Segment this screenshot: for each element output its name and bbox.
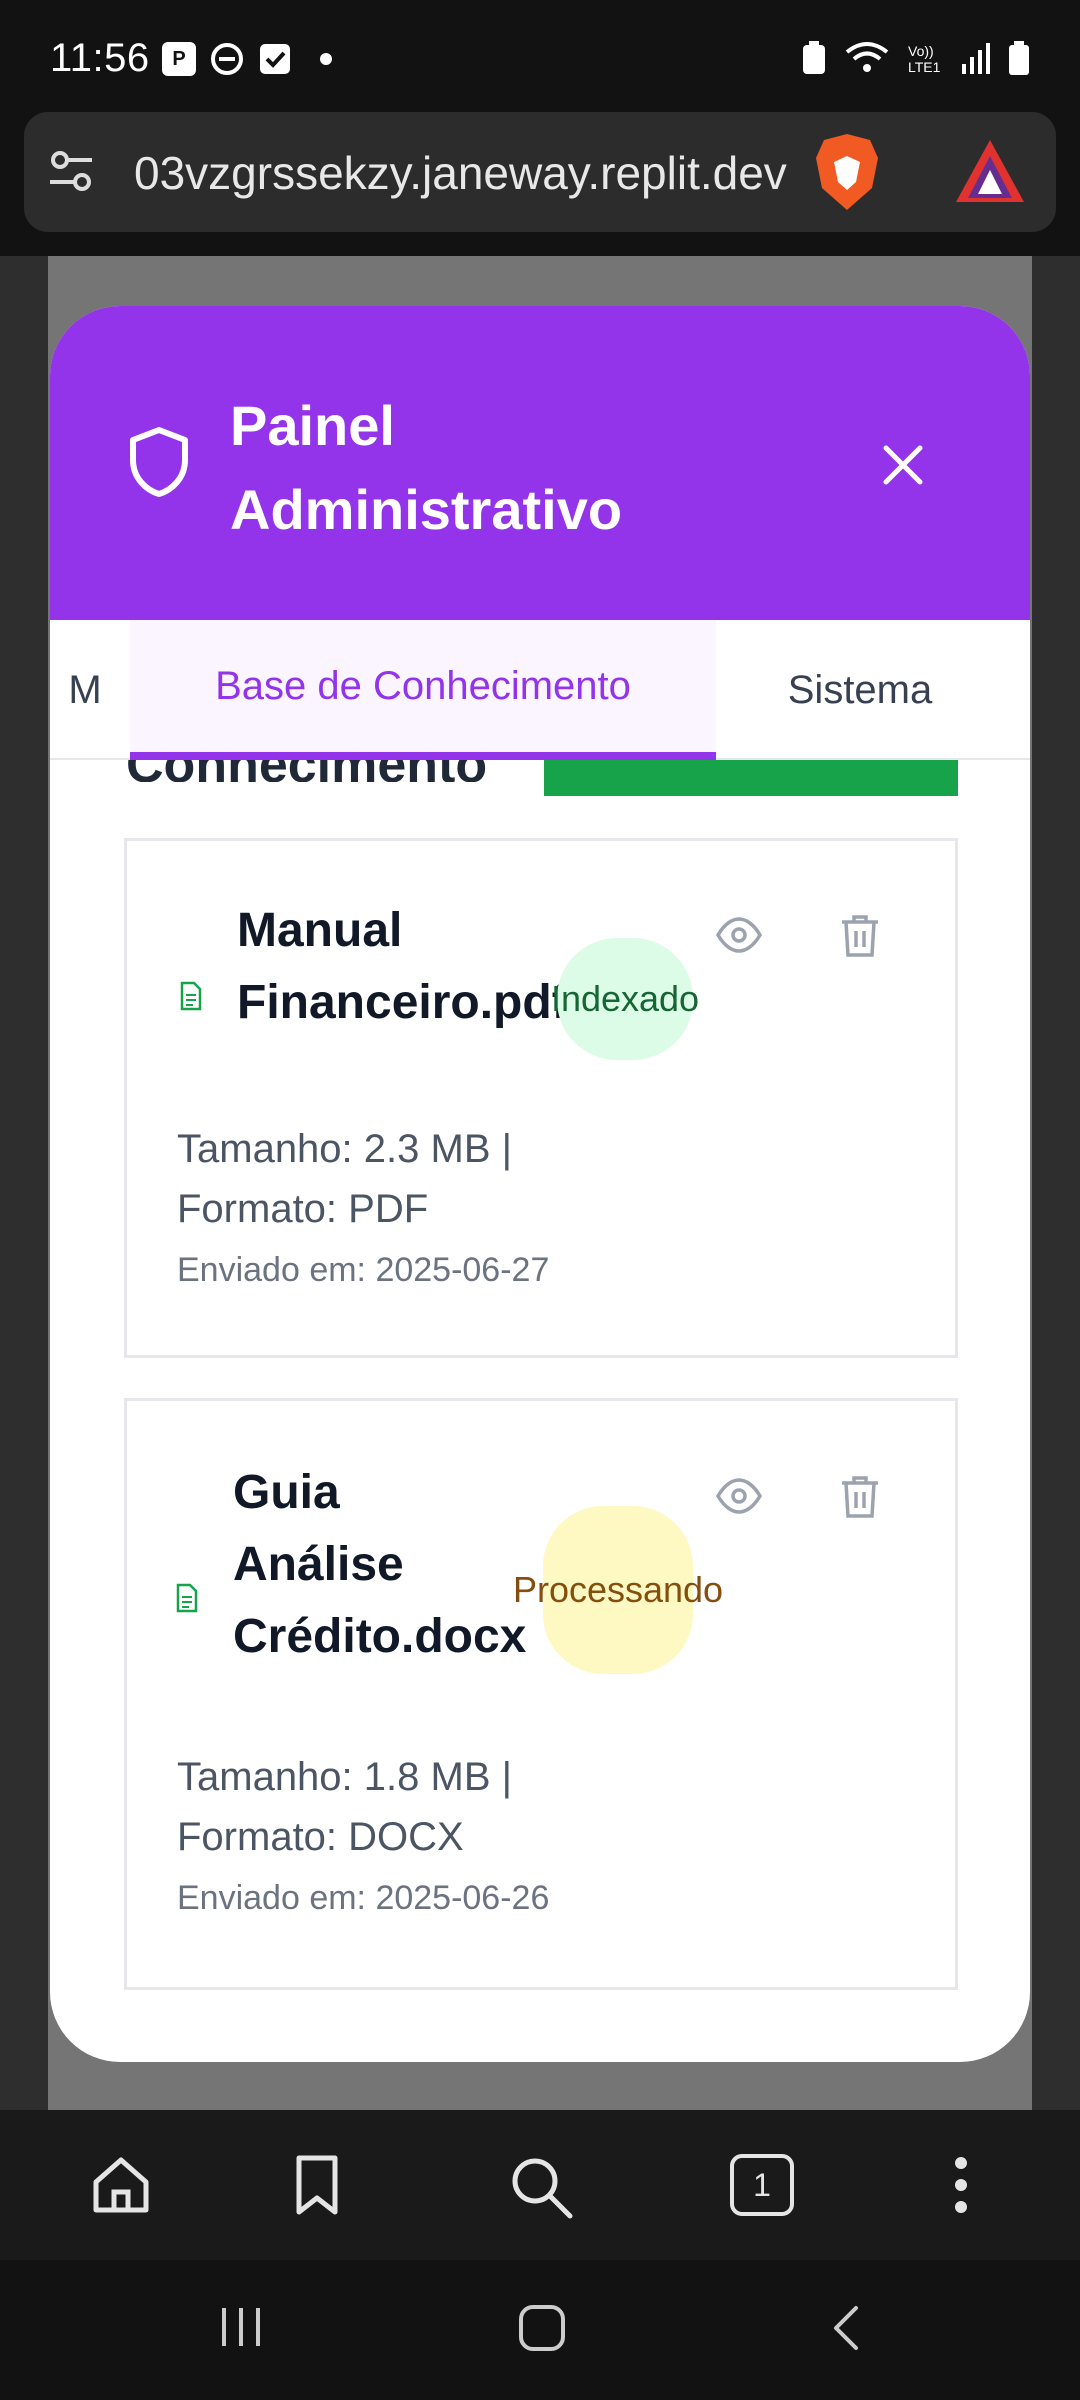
admin-modal: Painel Administrativo M Base de Conhecim… [50,306,1030,2062]
more-notifications-dot [320,53,332,65]
parking-icon: P [162,42,196,76]
document-meta: Tamanho: 1.8 MB | Formato: DOCX [177,1755,512,1859]
status-time: 11:56 [50,36,150,80]
document-card: Manual Financeiro.pdf Indexado Tamanho: … [124,838,958,1358]
recent-apps-icon[interactable] [218,2304,264,2350]
status-badge: Processando [513,1506,723,1674]
shield-icon [130,427,188,497]
home-system-icon[interactable] [518,2304,566,2352]
battery-saver-icon [803,41,825,74]
search-icon[interactable] [508,2154,574,2220]
svg-text:Vo)): Vo)) [908,43,934,59]
svg-text:LTE1: LTE1 [908,59,941,75]
status-bar: 11:56 P Vo)) LTE1 [0,0,1080,112]
home-icon[interactable] [90,2154,152,2216]
close-icon[interactable] [880,442,926,488]
tab-partial[interactable]: M [50,620,130,760]
trash-icon[interactable] [839,1474,881,1520]
wifi-icon [845,42,889,72]
system-navigation-bar [0,2260,1080,2400]
modal-header: Painel Administrativo [50,306,1030,620]
status-badge: Indexado [551,938,699,1060]
section-heading: Conhecimento [126,760,487,782]
brave-shields-icon[interactable] [814,132,880,212]
url-text[interactable]: 03vzgrssekzy.janeway.replit.dev [134,146,814,200]
document-date: Enviado em: 2025-06-27 [177,1251,550,1289]
volte-icon: Vo))LTE1 [908,43,941,75]
trash-icon[interactable] [839,913,881,959]
document-date: Enviado em: 2025-06-26 [177,1879,550,1917]
signal-icon [962,43,990,74]
bookmark-icon[interactable] [294,2154,340,2216]
upload-button[interactable] [544,760,958,796]
tabs-count-button[interactable]: 1 [730,2154,794,2216]
document-name: Manual Financeiro.pdf [237,904,568,1029]
battery-icon [1009,41,1029,75]
do-not-disturb-icon [211,43,243,75]
document-card: Guia Análise Crédito.docx Processando Ta… [124,1398,958,1990]
file-text-icon [176,1583,198,1613]
back-icon[interactable] [830,2304,860,2352]
tab-system[interactable]: Sistema [730,620,990,760]
notification-icons: P [162,42,332,76]
eye-icon[interactable] [715,915,763,955]
system-icons: Vo)) LTE1 [800,40,1030,76]
more-vertical-icon[interactable] [950,2154,972,2216]
tab-bar: M Base de Conhecimento Sistema [50,620,1030,760]
tab-knowledge-base[interactable]: Base de Conhecimento [130,620,716,760]
checkbox-icon [260,44,290,74]
eye-icon[interactable] [715,1476,763,1516]
modal-title: Painel Administrativo [230,394,623,541]
browser-toolbar: 1 [0,2110,1080,2260]
site-settings-icon[interactable] [48,148,94,194]
address-bar[interactable]: 03vzgrssekzy.janeway.replit.dev [24,112,1056,232]
document-name: Guia Análise Crédito.docx [233,1466,527,1663]
file-text-icon [180,981,202,1011]
document-meta: Tamanho: 2.3 MB | Formato: PDF [177,1127,512,1231]
brave-rewards-icon[interactable] [954,136,1026,206]
